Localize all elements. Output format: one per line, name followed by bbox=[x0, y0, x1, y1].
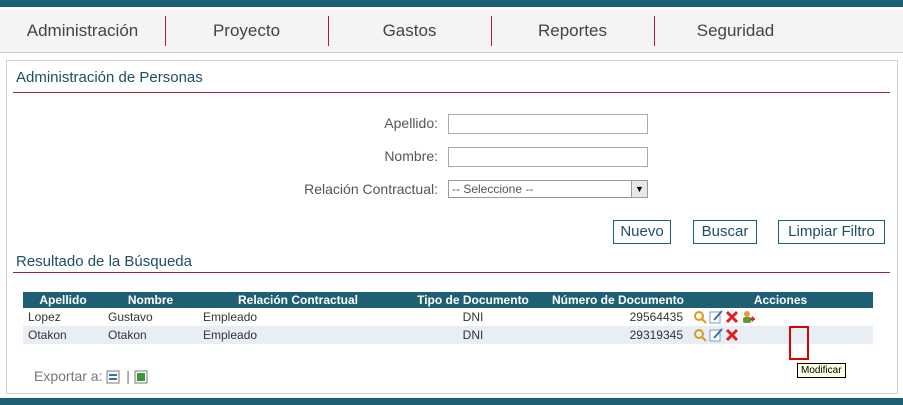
row-actions bbox=[688, 326, 873, 344]
page-title: Administración de Personas bbox=[16, 69, 203, 86]
col-apellido[interactable]: Apellido bbox=[23, 292, 103, 308]
relacion-label: Relación Contractual: bbox=[304, 181, 438, 197]
nav-administracion[interactable]: Administración bbox=[0, 10, 165, 52]
delete-icon[interactable] bbox=[725, 310, 739, 324]
add-user-icon[interactable] bbox=[741, 310, 755, 324]
export-separator: | bbox=[126, 368, 130, 384]
results-table: Apellido Nombre Relación Contractual Tip… bbox=[23, 292, 873, 344]
col-numero-documento[interactable]: Número de Documento bbox=[548, 292, 688, 308]
limpiar-filtro-button[interactable]: Limpiar Filtro bbox=[778, 220, 885, 244]
cell-relacion: Empleado bbox=[198, 326, 398, 344]
cell-numero-documento: 29564435 bbox=[629, 310, 683, 324]
cell-tipo-documento: DNI bbox=[398, 326, 548, 344]
apellido-label: Apellido: bbox=[384, 115, 438, 131]
nav-seguridad[interactable]: Seguridad bbox=[654, 10, 817, 52]
table-row: Otakon Otakon Empleado DNI 29319345 bbox=[23, 326, 873, 344]
export-excel-icon[interactable] bbox=[134, 370, 148, 384]
main-nav: Administración Proyecto Gastos Reportes … bbox=[0, 10, 903, 53]
cell-relacion: Empleado bbox=[203, 310, 258, 324]
buscar-button[interactable]: Buscar bbox=[693, 220, 757, 244]
col-acciones: Acciones bbox=[688, 292, 873, 308]
nombre-label: Nombre: bbox=[384, 148, 438, 164]
results-divider bbox=[13, 272, 890, 273]
results-title: Resultado de la Búsqueda bbox=[16, 253, 192, 270]
cell-nombre: Otakon bbox=[103, 326, 198, 344]
bottom-bar bbox=[0, 398, 903, 405]
table-row: Lopez Gustavo Empleado DNI 29564435 bbox=[23, 308, 873, 326]
dropdown-arrow-icon[interactable]: ▼ bbox=[631, 181, 647, 197]
export-bar: Exportar a: | bbox=[34, 368, 150, 384]
row-actions bbox=[688, 308, 873, 326]
col-nombre[interactable]: Nombre bbox=[103, 292, 198, 308]
export-label: Exportar a: bbox=[34, 368, 103, 384]
export-pdf-icon[interactable] bbox=[106, 370, 120, 384]
relacion-select-value: -- Seleccione -- bbox=[452, 182, 534, 196]
relacion-select[interactable]: -- Seleccione -- ▼ bbox=[448, 180, 648, 198]
col-relacion[interactable]: Relación Contractual bbox=[198, 292, 398, 308]
view-icon[interactable] bbox=[693, 310, 707, 325]
col-tipo-documento[interactable]: Tipo de Documento bbox=[398, 292, 548, 308]
cell-tipo-documento: DNI bbox=[462, 310, 484, 324]
cell-apellido: Lopez bbox=[28, 310, 61, 324]
tooltip: Modificar bbox=[797, 363, 846, 378]
cell-numero-documento: 29319345 bbox=[548, 326, 688, 344]
nuevo-button[interactable]: Nuevo bbox=[613, 220, 671, 244]
apellido-input[interactable] bbox=[448, 114, 648, 134]
delete-icon[interactable] bbox=[725, 328, 739, 342]
nav-reportes[interactable]: Reportes bbox=[491, 10, 654, 52]
view-icon[interactable] bbox=[693, 328, 707, 343]
table-header-row: Apellido Nombre Relación Contractual Tip… bbox=[23, 292, 873, 308]
nav-proyecto[interactable]: Proyecto bbox=[165, 10, 328, 52]
cell-apellido: Otakon bbox=[23, 326, 103, 344]
edit-highlight-box bbox=[789, 326, 809, 360]
edit-icon[interactable] bbox=[709, 310, 723, 324]
edit-icon[interactable] bbox=[709, 328, 723, 342]
nombre-input[interactable] bbox=[448, 147, 648, 167]
nav-gastos[interactable]: Gastos bbox=[328, 10, 491, 52]
top-bar bbox=[0, 0, 903, 7]
title-divider bbox=[13, 92, 890, 93]
cell-nombre: Gustavo bbox=[108, 310, 153, 324]
